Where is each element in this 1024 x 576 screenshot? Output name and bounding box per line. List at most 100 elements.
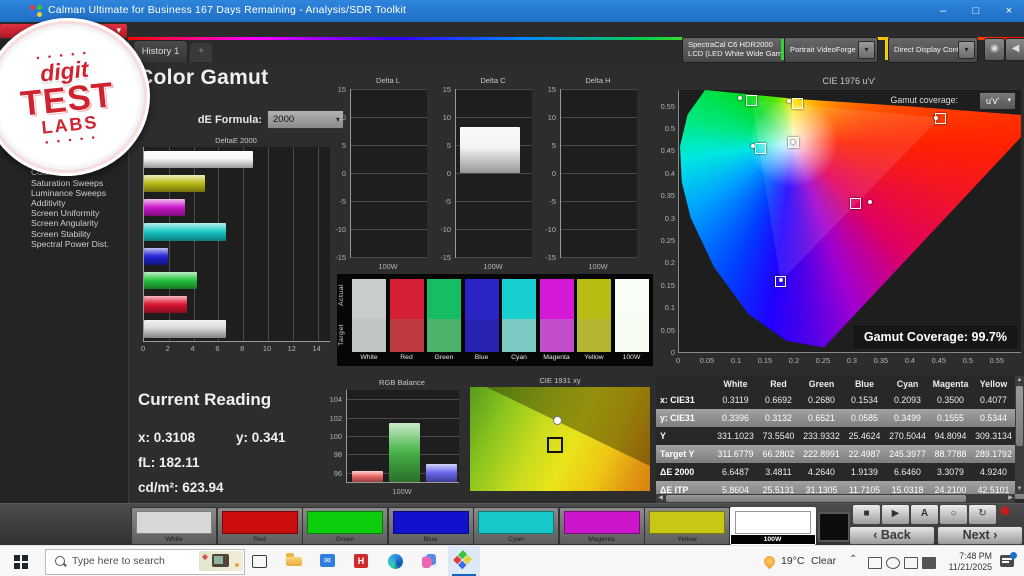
gridline — [268, 147, 269, 341]
task-view-button[interactable] — [252, 553, 269, 570]
new-tab-button[interactable]: + — [190, 43, 212, 62]
notification-center-icon[interactable] — [1000, 555, 1014, 567]
pattern-button-yellow[interactable]: Yellow — [644, 507, 730, 545]
x-tick-label: 14 — [312, 344, 320, 353]
pattern-button-magenta[interactable]: Magenta — [559, 507, 645, 545]
stop-button[interactable]: ■ — [852, 504, 881, 525]
gridline — [456, 117, 532, 118]
sidebar-item-spectral-power-dist[interactable]: Spectral Power Dist. — [0, 239, 128, 249]
minimize-button[interactable]: – — [928, 0, 958, 22]
play-button[interactable]: ▶ — [881, 504, 910, 525]
table-cell: 94.8094 — [929, 431, 972, 441]
mail-app-icon[interactable]: ✉ — [320, 553, 337, 570]
swatch-label: Cyan — [502, 354, 536, 361]
table-vertical-scrollbar[interactable]: ▲ ▼ — [1015, 376, 1024, 494]
tab-history-1[interactable]: History 1 — [133, 40, 188, 63]
sidebar-item-saturation-sweeps[interactable]: Saturation Sweeps — [0, 178, 128, 188]
y-tick-label: 0.4 — [656, 169, 675, 178]
y-tick-label: 5 — [538, 141, 556, 150]
table-cell: 0.6692 — [757, 395, 800, 405]
sidebar-item-screen-angularity[interactable]: Screen Angularity — [0, 218, 128, 228]
table-horizontal-scrollbar[interactable]: ◀ ▶ — [656, 494, 1015, 503]
levels-button[interactable]: ○ — [939, 504, 968, 525]
scrollbar-thumb[interactable] — [1016, 386, 1023, 446]
table-row-y: Y331.102373.5540233.933225.4624270.50449… — [656, 427, 1024, 445]
source-dropdown[interactable]: Portrait VideoForge Pro ▾ — [784, 37, 878, 63]
pattern-button-100w[interactable]: 100W — [730, 507, 816, 545]
y-tick-label: 5 — [328, 141, 346, 150]
table-cell: 0.0585 — [843, 413, 886, 423]
cie1931-chart — [470, 387, 650, 491]
gridline — [561, 117, 637, 118]
taskbar-clock[interactable]: 7:48 PM 11/21/2025 — [940, 551, 992, 572]
swatch-white: White — [352, 279, 386, 361]
x-tick-label: 0.3 — [847, 356, 857, 365]
tray-expand-chevron[interactable]: ⌃ — [849, 554, 857, 565]
sidebar-item-luminance-sweeps[interactable]: Luminance Sweeps — [0, 188, 128, 198]
scroll-down-arrow[interactable]: ▼ — [1015, 485, 1024, 494]
pattern-button-green[interactable]: Green — [302, 507, 388, 545]
back-button[interactable]: ‹ Back — [849, 526, 935, 545]
refresh-button[interactable]: ↻ — [968, 504, 997, 525]
target-swatch — [540, 319, 574, 352]
swatch-label: Green — [427, 354, 461, 361]
current-reading-title: Current Reading — [138, 390, 271, 410]
y-tick-label: 98 — [322, 450, 342, 459]
gridline — [351, 229, 427, 230]
table-cell: 0.5344 — [972, 413, 1015, 423]
file-explorer-icon[interactable] — [286, 553, 303, 570]
close-button[interactable]: × — [994, 0, 1024, 22]
sidebar-item-screen-stability[interactable]: Screen Stability — [0, 229, 128, 239]
gridline — [561, 257, 637, 258]
gridline — [561, 173, 637, 174]
read-meter-button[interactable]: A — [910, 504, 939, 525]
scrollbar-thumb[interactable] — [666, 495, 966, 502]
cie1976-chart: Gamut Coverage: 99.7% — [678, 90, 1021, 353]
gamut-coverage-dropdown[interactable]: u'v' ▾ — [979, 92, 1016, 110]
sidebar-item-additivity[interactable]: Additivity — [0, 198, 128, 208]
reading-cd: cd/m²: 623.94 — [138, 480, 224, 495]
x-axis-label: 100W — [560, 262, 636, 271]
pattern-button-blue[interactable]: Blue — [388, 507, 474, 545]
speaker-tray-icon[interactable] — [904, 557, 918, 569]
start-button[interactable] — [14, 555, 28, 569]
edge-browser-icon[interactable] — [388, 553, 405, 570]
calman-taskbar-button[interactable] — [448, 546, 480, 576]
target-icon-button[interactable]: ◉ — [984, 38, 1005, 61]
bar-green — [144, 272, 197, 289]
black-patch-button[interactable] — [818, 512, 850, 542]
actual-target-swatch-panel: Actual Target WhiteRedGreenBlueCyanMagen… — [337, 274, 653, 366]
scroll-up-arrow[interactable]: ▲ — [1015, 376, 1024, 385]
source-status-indicator — [781, 39, 784, 60]
gridline — [293, 147, 294, 341]
column-header: Green — [800, 379, 843, 389]
pattern-button-cyan[interactable]: Cyan — [473, 507, 559, 545]
y-tick-label: 0.3 — [656, 214, 675, 223]
x-tick-label: 8 — [240, 344, 244, 353]
bar-green — [389, 423, 420, 482]
pattern-button-red[interactable]: Red — [217, 507, 303, 545]
pattern-color — [478, 511, 554, 534]
pattern-button-white[interactable]: White — [131, 507, 217, 545]
x-tick-label: 0 — [676, 356, 680, 365]
coverage-label: Gamut Coverage: — [864, 330, 968, 344]
sidebar-item-screen-uniformity[interactable]: Screen Uniformity — [0, 208, 128, 218]
photos-app-icon[interactable] — [422, 553, 439, 570]
actual-swatch — [352, 279, 386, 319]
swatch-yellow: Yellow — [577, 279, 611, 361]
next-button[interactable]: Next › — [937, 526, 1023, 545]
red-app-icon[interactable]: H — [354, 553, 371, 570]
collapse-panel-button[interactable]: ◀ — [1005, 38, 1024, 61]
network-tray-icon[interactable] — [886, 557, 900, 569]
bar-magenta — [144, 199, 185, 216]
rgb-balance-plot — [346, 390, 459, 483]
measurement-table: WhiteRedGreenBlueCyanMagentaYellowx: CIE… — [656, 376, 1024, 503]
taskbar-search[interactable]: Type here to search — [45, 549, 245, 575]
weather-widget[interactable]: 19°C Clear — [764, 546, 844, 576]
display-control-dropdown[interactable]: Direct Display Control ▾ — [888, 37, 978, 63]
camera-tray-icon[interactable] — [922, 557, 936, 569]
scroll-left-arrow[interactable]: ◀ — [656, 494, 665, 503]
search-doodle-image[interactable] — [199, 551, 243, 571]
clipboard-tray-icon[interactable] — [868, 557, 882, 569]
restore-button[interactable]: □ — [961, 0, 991, 22]
